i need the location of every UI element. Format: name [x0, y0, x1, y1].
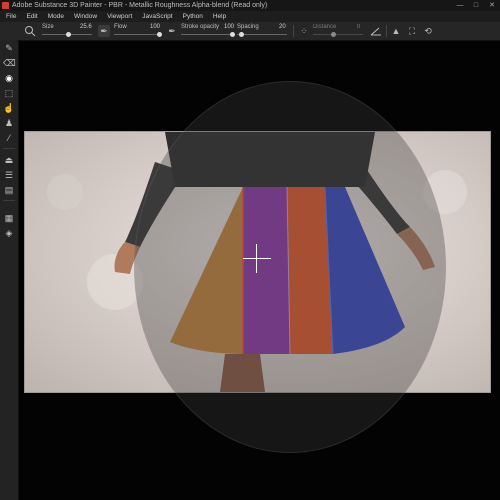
tool-divider — [3, 148, 15, 149]
flow-control[interactable]: Flow 100 — [114, 22, 162, 40]
distance-slider-track[interactable] — [313, 34, 363, 35]
minimize-button[interactable]: — — [452, 0, 468, 11]
size-value[interactable]: 25.6 — [80, 24, 92, 30]
clone-icon[interactable]: ♟ — [3, 117, 15, 129]
distance-value[interactable]: 0 — [357, 24, 360, 30]
size-label: Size — [42, 24, 54, 30]
distance-control[interactable]: Distance 0 — [313, 22, 363, 40]
distance-label: Distance — [313, 24, 337, 30]
spacing-label: Spacing — [237, 24, 259, 30]
toolbar-divider — [293, 25, 294, 37]
eraser-icon[interactable]: ⌫ — [3, 57, 16, 69]
tool-divider — [3, 200, 15, 201]
sync-icon[interactable]: ⟲ — [422, 25, 434, 37]
menu-bar: File Edit Mode Window Viewport JavaScrip… — [0, 11, 500, 22]
menu-python[interactable]: Python — [183, 11, 203, 22]
mask-icon[interactable]: ⛶ — [406, 25, 418, 37]
distance-slider-handle[interactable] — [331, 32, 336, 37]
menu-viewport[interactable]: Viewport — [107, 11, 132, 22]
bake-icon[interactable]: ⏏ — [3, 154, 15, 166]
flow-value[interactable]: 100 — [150, 24, 160, 30]
window-title: Adobe Substance 3D Painter - PBR - Metal… — [12, 2, 268, 9]
app-logo-icon — [2, 2, 9, 9]
window-controls: — □ ✕ — [452, 0, 500, 11]
close-button[interactable]: ✕ — [484, 0, 500, 11]
maximize-button[interactable]: □ — [468, 0, 484, 11]
title-bar: Adobe Substance 3D Painter - PBR - Metal… — [0, 0, 500, 11]
spacing-slider-handle[interactable] — [239, 32, 244, 37]
texture-set-icon[interactable]: ▤ — [3, 184, 15, 196]
stroke-opacity-control[interactable]: Stroke opacity 100 — [181, 22, 235, 40]
context-toolbar: Size 25.6 ✒ Flow 100 ✒ Stroke opacity 10… — [0, 22, 500, 41]
size-slider-handle[interactable] — [66, 32, 71, 37]
stroke-opacity-label: Stroke opacity — [181, 24, 220, 30]
menu-window[interactable]: Window — [74, 11, 97, 22]
projection-icon[interactable]: ◉ — [3, 72, 15, 84]
stroke-opacity-slider-track[interactable] — [181, 34, 235, 35]
menu-help[interactable]: Help — [213, 11, 226, 22]
menu-file[interactable]: File — [6, 11, 16, 22]
shelf-icon[interactable]: ▦ — [3, 212, 15, 224]
brush-preset-icon[interactable] — [24, 25, 36, 37]
toolbar-divider — [386, 25, 387, 37]
size-control[interactable]: Size 25.6 — [42, 22, 92, 40]
paint-brush-icon[interactable]: ✎ — [3, 42, 15, 54]
stroke-opacity-slider-handle[interactable] — [230, 32, 235, 37]
lazy-mouse-icon[interactable]: ⁘ — [298, 25, 310, 37]
brush-crosshair-horizontal — [243, 258, 271, 259]
flow-label: Flow — [114, 24, 127, 30]
menu-mode[interactable]: Mode — [48, 11, 64, 22]
pen-pressure-size-icon[interactable]: ✒ — [98, 25, 110, 37]
viewport-3d[interactable] — [19, 41, 500, 500]
flow-slider-track[interactable] — [114, 34, 160, 35]
tool-sidebar: ✎ ⌫ ◉ ⬚ ☝ ♟ ⁄ ⏏ ☰ ▤ ▦ ◈ — [0, 40, 19, 500]
display-settings-icon[interactable]: ◈ — [3, 227, 15, 239]
spacing-value[interactable]: 20 — [279, 24, 286, 30]
menu-edit[interactable]: Edit — [26, 11, 37, 22]
flow-slider-handle[interactable] — [157, 32, 162, 37]
layers-icon[interactable]: ☰ — [3, 169, 15, 181]
spacing-slider-track[interactable] — [237, 34, 287, 35]
spacing-control[interactable]: Spacing 20 — [237, 22, 287, 40]
color-picker-icon[interactable]: ⁄ — [3, 132, 15, 144]
angle-icon[interactable] — [370, 25, 382, 37]
brush-cursor-ring — [134, 81, 446, 453]
geometry-fill-icon[interactable]: ⬚ — [3, 87, 15, 99]
smudge-icon[interactable]: ☝ — [3, 102, 15, 114]
menu-javascript[interactable]: JavaScript — [142, 11, 172, 22]
symmetry-icon[interactable]: ▲ — [390, 25, 402, 37]
stroke-opacity-value[interactable]: 100 — [224, 24, 234, 30]
pen-pressure-flow-icon[interactable]: ✒ — [166, 25, 178, 37]
